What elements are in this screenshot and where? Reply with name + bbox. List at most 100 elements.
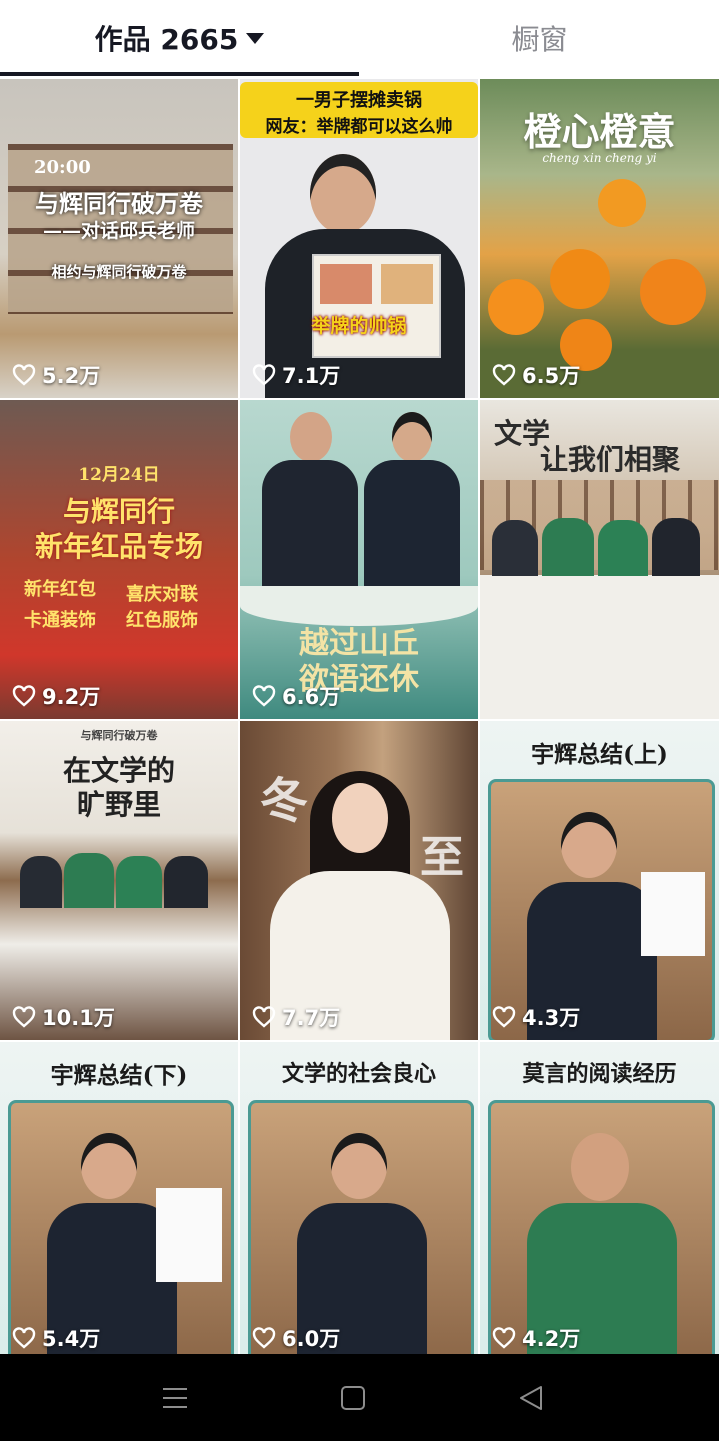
caption-item: 喜庆对联 <box>126 584 198 605</box>
video-card[interactable]: 宇辉总结(上) 4.3万 <box>480 721 719 1040</box>
caret-down-icon[interactable] <box>246 32 265 44</box>
caption-title: 宇辉总结(下) <box>50 1062 188 1089</box>
caption-subtitle: ——对话邱兵老师 <box>42 220 195 242</box>
caption-line-1: 一男子摆摊卖锅 <box>296 90 422 111</box>
heart-icon <box>12 685 36 707</box>
like-count-text: 5.4万 <box>42 1327 101 1351</box>
like-count-text: 5.2万 <box>42 364 101 388</box>
system-nav-bar <box>0 1354 719 1441</box>
caption-date: 12月24日 <box>78 465 160 485</box>
caption-title: 与辉同行破万卷 <box>35 189 203 218</box>
heart-icon <box>252 1006 276 1028</box>
person <box>492 520 538 576</box>
like-count-text: 4.3万 <box>522 1006 581 1030</box>
menu-icon[interactable] <box>153 1376 197 1420</box>
tab-showcase[interactable]: 橱窗 <box>360 0 719 76</box>
person-body <box>262 460 358 600</box>
caption-banner: 一男子摆摊卖锅 网友：举牌都可以这么帅 <box>240 82 478 138</box>
orange-fruit <box>598 179 646 227</box>
caption-title: 橙心橙意 <box>523 109 676 154</box>
like-count: 4.2万 <box>492 1323 580 1353</box>
video-card[interactable]: 20:00 与辉同行破万卷 ——对话邱兵老师 相约与辉同行破万卷 5.2万 <box>0 79 238 398</box>
person-head <box>310 154 376 234</box>
caption-item: 卡通装饰 <box>24 610 96 631</box>
caption-line-2: 让我们相聚 <box>540 443 681 476</box>
caption-line-2: 旷野里 <box>76 788 161 821</box>
heart-icon <box>492 364 516 386</box>
video-frame <box>488 1100 715 1361</box>
video-card[interactable]: 宇辉总结(下) 5.4万 <box>0 1042 238 1361</box>
like-count-text: 7.1万 <box>282 364 341 388</box>
person-body <box>364 460 460 605</box>
caption-line-3: 举牌的帅锅 <box>311 315 407 337</box>
person <box>542 518 594 576</box>
home-icon[interactable] <box>331 1376 375 1420</box>
like-count-text: 6.6万 <box>282 685 341 709</box>
caption-title: 宇辉总结(上) <box>531 741 668 768</box>
video-grid: 20:00 与辉同行破万卷 ——对话邱兵老师 相约与辉同行破万卷 5.2万 一男… <box>0 79 719 1361</box>
person <box>116 856 162 908</box>
caption-subtitle: 新年红品专场 <box>34 530 203 563</box>
video-card[interactable]: 冬 至 7.7万 <box>240 721 478 1040</box>
video-card[interactable]: 与辉同行破万卷 在文学的 旷野里 10.1万 <box>0 721 238 1040</box>
like-count-text: 10.1万 <box>42 1006 115 1030</box>
video-card[interactable]: 莫言的阅读经历 4.2万 <box>480 1042 719 1361</box>
profile-tabs: 作品 2665 橱窗 <box>0 0 719 78</box>
heart-icon <box>12 1327 36 1349</box>
like-count: 6.5万 <box>492 360 580 390</box>
person-head <box>290 412 332 462</box>
caption-title: 与辉同行 <box>62 495 175 528</box>
caption-title: 文学的社会良心 <box>281 1061 436 1087</box>
like-count: 5.4万 <box>12 1323 100 1353</box>
like-count: 4.3万 <box>492 1002 580 1032</box>
caption-time: 20:00 <box>34 157 91 178</box>
like-count-text: 9.2万 <box>42 685 101 709</box>
like-count: 5.2万 <box>12 360 100 390</box>
held-sign <box>312 254 441 358</box>
like-count: 9.2万 <box>12 681 100 711</box>
video-card[interactable]: 越过山丘 欲语还休 6.6万 <box>240 400 478 719</box>
caption-pinyin: cheng xin cheng yi <box>542 151 657 165</box>
heart-icon <box>492 1327 516 1349</box>
caption-item: 新年红包 <box>24 579 96 600</box>
video-frame <box>248 1100 474 1361</box>
tab-showcase-label: 橱窗 <box>511 23 568 56</box>
person <box>20 856 62 908</box>
heart-icon <box>252 685 276 707</box>
tab-works-label: 作品 2665 <box>94 23 239 56</box>
person <box>64 853 114 908</box>
like-count-text: 4.2万 <box>522 1327 581 1351</box>
caption-brand: 与辉同行破万卷 <box>80 729 158 742</box>
like-count: 7.7万 <box>252 1002 340 1032</box>
tab-works[interactable]: 作品 2665 <box>0 0 359 76</box>
like-count: 7.1万 <box>252 360 340 390</box>
video-card[interactable]: 一男子摆摊卖锅 网友：举牌都可以这么帅 举牌的帅锅 7.1万 <box>240 79 478 398</box>
like-count: 6.0万 <box>252 1323 340 1353</box>
heart-icon <box>252 364 276 386</box>
back-icon[interactable] <box>509 1376 553 1420</box>
person-face <box>332 783 388 853</box>
video-frame <box>488 779 715 1040</box>
person <box>598 520 648 576</box>
video-frame <box>8 1100 234 1361</box>
heart-icon <box>12 364 36 386</box>
orange-fruit <box>640 259 706 325</box>
caption-char-1: 冬 <box>260 773 309 829</box>
person <box>652 518 700 576</box>
heart-icon <box>492 1006 516 1028</box>
orange-fruit <box>488 279 544 335</box>
caption-title: 莫言的阅读经历 <box>522 1061 677 1087</box>
caption-line-2: 网友：举牌都可以这么帅 <box>265 117 453 137</box>
heart-icon <box>252 1327 276 1349</box>
orange-fruit <box>550 249 610 309</box>
caption-char-2: 至 <box>420 832 464 883</box>
video-card[interactable]: 12月24日 与辉同行 新年红品专场 新年红包 喜庆对联 卡通装饰 红色服饰 9… <box>0 400 238 719</box>
like-count-text: 7.7万 <box>282 1006 341 1030</box>
video-card[interactable]: 文学 让我们相聚 <box>480 400 719 719</box>
video-card[interactable]: 文学的社会良心 6.0万 <box>240 1042 478 1361</box>
person-head <box>392 412 432 462</box>
video-card[interactable]: 橙心橙意 cheng xin cheng yi 6.5万 <box>480 79 719 398</box>
caption-item: 红色服饰 <box>126 610 198 631</box>
heart-icon <box>12 1006 36 1028</box>
table-cloth <box>480 575 719 719</box>
